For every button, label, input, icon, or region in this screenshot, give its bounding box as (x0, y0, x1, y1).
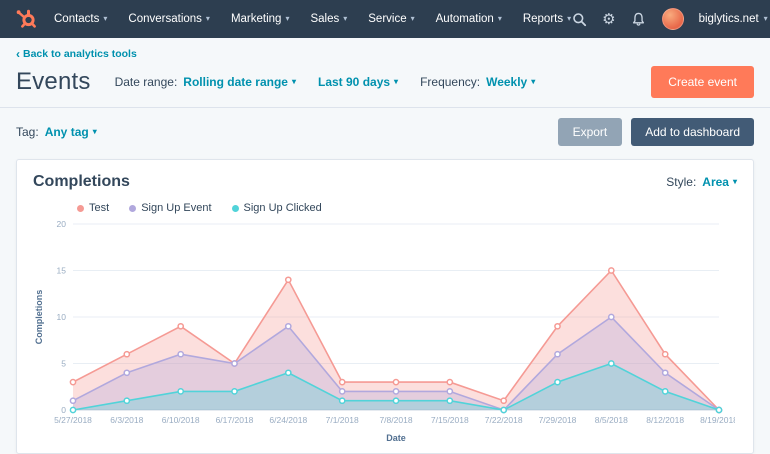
nav-item-label: Contacts (54, 13, 99, 25)
chevron-down-icon: ▾ (498, 15, 502, 23)
sprocket-icon (14, 7, 38, 31)
chevron-down-icon: ▾ (103, 15, 107, 23)
svg-text:6/3/2018: 6/3/2018 (110, 415, 143, 425)
page-title: Events (16, 68, 91, 96)
style-label: Style: (666, 175, 696, 189)
svg-text:Completions: Completions (34, 290, 44, 345)
svg-text:20: 20 (57, 219, 67, 229)
chevron-down-icon: ▾ (411, 15, 415, 23)
legend-dot (77, 205, 84, 212)
style-control: Style: Area ▾ (666, 175, 737, 189)
svg-text:0: 0 (61, 405, 66, 415)
chevron-down-icon: ▾ (394, 78, 398, 86)
svg-text:6/24/2018: 6/24/2018 (269, 415, 307, 425)
chevron-down-icon: ▾ (764, 15, 768, 23)
svg-text:7/15/2018: 7/15/2018 (431, 415, 469, 425)
chevron-down-icon: ▾ (93, 128, 97, 136)
legend-item[interactable]: Sign Up Clicked (232, 202, 322, 214)
date-range-label: Date range: (115, 75, 178, 89)
nav-item-contacts[interactable]: Contacts ▾ (54, 13, 107, 25)
chevron-down-icon: ▾ (292, 78, 296, 86)
nav-item-conversations[interactable]: Conversations ▾ (128, 13, 210, 25)
card-header: Completions Style: Area ▾ (33, 173, 737, 191)
frequency-label: Frequency: (420, 75, 480, 89)
legend-dot (129, 205, 136, 212)
legend-label: Sign Up Event (141, 202, 211, 214)
legend-item[interactable]: Sign Up Event (129, 202, 211, 214)
navbar-actions: ⚙ biglytics.net ▾ (571, 8, 768, 30)
svg-text:15: 15 (57, 266, 67, 276)
account-menu[interactable]: biglytics.net ▾ (699, 13, 768, 25)
date-range-dropdown[interactable]: Rolling date range ▾ (183, 75, 296, 89)
nav-item-sales[interactable]: Sales ▾ (310, 13, 347, 25)
tag-value: Any tag (45, 125, 89, 139)
nav-item-label: Service (368, 13, 406, 25)
chevron-down-icon: ▾ (343, 15, 347, 23)
page-header: ‹ Back to analytics tools Events Date ra… (0, 38, 770, 107)
create-event-button[interactable]: Create event (651, 66, 754, 98)
svg-text:8/19/2018: 8/19/2018 (700, 415, 735, 425)
nav-item-label: Reports (523, 13, 563, 25)
chart-legend: Test Sign Up Event Sign Up Clicked (77, 202, 737, 214)
svg-text:8/5/2018: 8/5/2018 (595, 415, 628, 425)
svg-text:7/1/2018: 7/1/2018 (326, 415, 359, 425)
legend-label: Test (89, 202, 109, 214)
chevron-down-icon: ▾ (531, 78, 535, 86)
toolbar: Tag: Any tag ▾ Export Add to dashboard (0, 108, 770, 154)
legend-dot (232, 205, 239, 212)
period-dropdown[interactable]: Last 90 days ▾ (318, 75, 398, 89)
svg-text:7/29/2018: 7/29/2018 (539, 415, 577, 425)
completions-card: Completions Style: Area ▾ Test Sign Up Ev… (16, 159, 754, 454)
tag-dropdown[interactable]: Any tag ▾ (45, 125, 97, 139)
svg-text:10: 10 (57, 312, 67, 322)
svg-text:5/27/2018: 5/27/2018 (54, 415, 92, 425)
card-title: Completions (33, 173, 130, 191)
frequency-value: Weekly (486, 75, 527, 89)
legend-item[interactable]: Test (77, 202, 109, 214)
chevron-down-icon: ▾ (733, 178, 737, 186)
svg-text:8/12/2018: 8/12/2018 (646, 415, 684, 425)
account-name: biglytics.net (699, 13, 759, 25)
nav-item-label: Automation (436, 13, 494, 25)
nav-item-automation[interactable]: Automation ▾ (436, 13, 502, 25)
main-nav: Contacts▾ Conversations▾ Marketing▾ Sale… (54, 13, 571, 25)
date-range-value: Rolling date range (183, 75, 288, 89)
avatar[interactable] (662, 8, 684, 30)
nav-item-label: Conversations (128, 13, 202, 25)
nav-item-label: Sales (310, 13, 339, 25)
chevron-down-icon: ▾ (285, 15, 289, 23)
svg-text:6/17/2018: 6/17/2018 (216, 415, 254, 425)
svg-text:7/22/2018: 7/22/2018 (485, 415, 523, 425)
title-row: Events Date range: Rolling date range ▾ … (16, 66, 754, 98)
svg-text:Date: Date (386, 433, 406, 443)
svg-text:5: 5 (61, 359, 66, 369)
add-to-dashboard-button[interactable]: Add to dashboard (631, 118, 754, 146)
notifications-bell-icon[interactable] (631, 11, 647, 27)
legend-label: Sign Up Clicked (244, 202, 322, 214)
nav-item-service[interactable]: Service ▾ (368, 13, 414, 25)
back-link[interactable]: ‹ Back to analytics tools (16, 48, 137, 60)
svg-text:7/8/2018: 7/8/2018 (379, 415, 412, 425)
settings-gear-icon[interactable]: ⚙ (602, 12, 615, 27)
chevron-down-icon: ▾ (206, 15, 210, 23)
style-dropdown[interactable]: Area ▾ (702, 175, 737, 189)
top-navbar: Contacts▾ Conversations▾ Marketing▾ Sale… (0, 0, 770, 38)
hubspot-logo[interactable] (14, 7, 38, 31)
search-icon[interactable] (571, 11, 587, 27)
back-chevron-icon: ‹ (16, 48, 20, 60)
nav-item-marketing[interactable]: Marketing▾ (231, 13, 290, 25)
period-value: Last 90 days (318, 75, 390, 89)
nav-item-reports[interactable]: Reports▾ (523, 13, 571, 25)
completions-area-chart: 0 5 10 15 20 5/27/2018 6/3/2018 6/10/2018 6/17/2… (33, 214, 735, 446)
frequency-dropdown[interactable]: Weekly ▾ (486, 75, 535, 89)
style-value: Area (702, 175, 729, 189)
back-link-label: Back to analytics tools (23, 48, 137, 60)
nav-item-label: Marketing (231, 13, 282, 25)
export-button[interactable]: Export (558, 118, 623, 146)
tag-label: Tag: (16, 125, 39, 139)
svg-text:6/10/2018: 6/10/2018 (162, 415, 200, 425)
